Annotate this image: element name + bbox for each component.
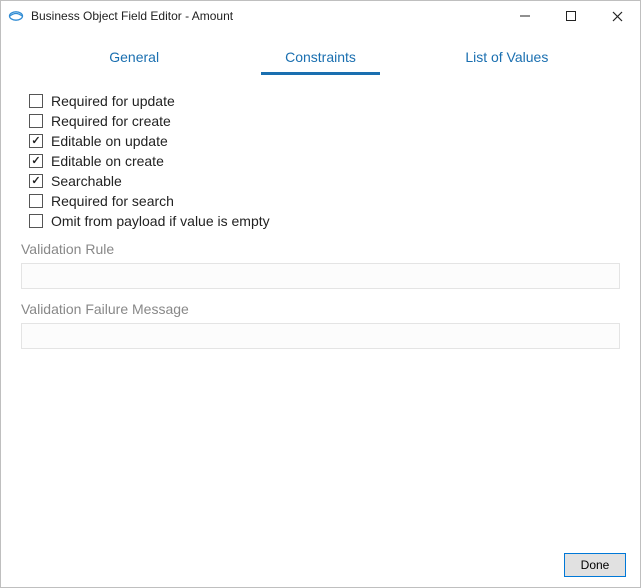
tab-list-of-values[interactable]: List of Values bbox=[414, 49, 600, 75]
checkbox[interactable] bbox=[29, 214, 43, 228]
app-icon bbox=[7, 7, 25, 25]
validation-failure-input[interactable] bbox=[21, 323, 620, 349]
checkbox-label: Searchable bbox=[51, 173, 122, 189]
checkbox[interactable] bbox=[29, 174, 43, 188]
footer: Done bbox=[1, 543, 640, 587]
checkbox-label: Editable on update bbox=[51, 133, 168, 149]
checkbox[interactable] bbox=[29, 114, 43, 128]
checkbox[interactable] bbox=[29, 194, 43, 208]
done-button[interactable]: Done bbox=[564, 553, 626, 577]
check-row: Omit from payload if value is empty bbox=[29, 213, 620, 229]
check-row: Required for create bbox=[29, 113, 620, 129]
validation-rule-input[interactable] bbox=[21, 263, 620, 289]
maximize-button[interactable] bbox=[548, 1, 594, 31]
checkbox[interactable] bbox=[29, 134, 43, 148]
window-title: Business Object Field Editor - Amount bbox=[31, 9, 233, 23]
checkbox[interactable] bbox=[29, 94, 43, 108]
check-row: Required for search bbox=[29, 193, 620, 209]
check-row: Editable on create bbox=[29, 153, 620, 169]
tabs-bar: General Constraints List of Values bbox=[1, 31, 640, 75]
check-row: Searchable bbox=[29, 173, 620, 189]
checkbox-label: Required for update bbox=[51, 93, 175, 109]
check-row: Editable on update bbox=[29, 133, 620, 149]
validation-rule-label: Validation Rule bbox=[21, 241, 620, 257]
tab-constraints[interactable]: Constraints bbox=[227, 49, 413, 75]
content-panel: Required for update Required for create Ed… bbox=[1, 75, 640, 543]
checkbox-label: Required for search bbox=[51, 193, 174, 209]
checkbox-label: Omit from payload if value is empty bbox=[51, 213, 270, 229]
titlebar: Business Object Field Editor - Amount bbox=[1, 1, 640, 31]
close-button[interactable] bbox=[594, 1, 640, 31]
checkbox-label: Editable on create bbox=[51, 153, 164, 169]
validation-failure-label: Validation Failure Message bbox=[21, 301, 620, 317]
checkbox-label: Required for create bbox=[51, 113, 171, 129]
checkbox[interactable] bbox=[29, 154, 43, 168]
minimize-button[interactable] bbox=[502, 1, 548, 31]
tab-general[interactable]: General bbox=[41, 49, 227, 75]
check-row: Required for update bbox=[29, 93, 620, 109]
